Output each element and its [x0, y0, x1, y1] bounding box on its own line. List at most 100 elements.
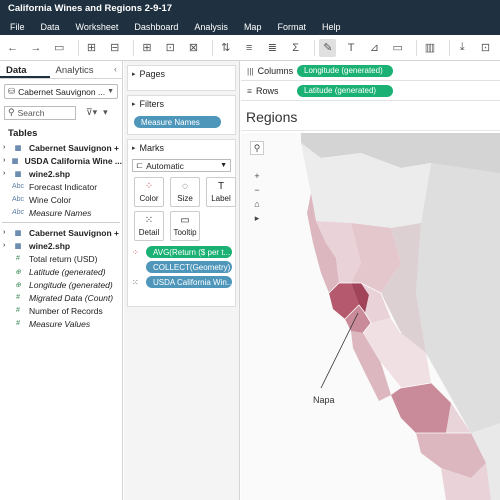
tooltip-label: Tooltip [173, 228, 197, 237]
field-item[interactable]: # Total return (USD) [0, 252, 122, 265]
marks-header[interactable]: ▸ Marks [128, 140, 235, 156]
pan-arrow-icon[interactable]: ▸ [250, 211, 264, 225]
detail-button[interactable]: ⁙ Detail [134, 211, 164, 241]
mark-pill-row: ⁙ USDA California Win... [132, 276, 232, 288]
menu-analysis[interactable]: Analysis [194, 22, 228, 32]
collapse-pane-icon[interactable]: ‹ [109, 61, 122, 78]
collapse-arrow-icon: ▸ [132, 71, 136, 78]
field-item[interactable]: # Measure Values [0, 317, 122, 330]
field-item[interactable]: › ▦ USDA California Wine ... [0, 154, 122, 167]
back-icon[interactable]: ← [4, 39, 21, 57]
sort-asc-icon[interactable]: ≡ [240, 39, 257, 57]
presentation-icon[interactable]: ⊡ [477, 39, 494, 57]
rows-icon: ≡ [247, 85, 252, 96]
menu-map[interactable]: Map [244, 22, 262, 32]
color-button[interactable]: ⁘ Color [134, 177, 164, 207]
duplicate-sheet-icon[interactable]: ⊡ [162, 39, 179, 57]
field-item[interactable]: › ▦ Cabernet Sauvignon + [0, 226, 122, 239]
datasource-icon: ⛁ [8, 86, 16, 96]
collapse-arrow-icon: ▸ [132, 145, 136, 152]
expand-arrow-icon[interactable]: › [3, 229, 11, 236]
format-icon[interactable]: ⊿ [366, 39, 383, 57]
menu-help[interactable]: Help [322, 22, 341, 32]
field-item[interactable]: ⊕ Latitude (generated) [0, 265, 122, 278]
size-label: Size [177, 194, 193, 203]
pages-header[interactable]: ▸ Pages [128, 66, 235, 82]
totals-icon[interactable]: Σ [287, 39, 304, 57]
columns-label-wrap: ||| Columns [241, 66, 295, 76]
marks-card: ▸ Marks ⊏ Automatic ▼ ⁘ Color ◌ Size T Labe… [127, 139, 236, 307]
text-field-icon: Abc [11, 183, 25, 190]
filter-icon[interactable]: ⊽▾ [86, 107, 97, 118]
field-item[interactable]: ⊕ Longitude (generated) [0, 278, 122, 291]
menu-data[interactable]: Data [41, 22, 60, 32]
menu-dashboard[interactable]: Dashboard [134, 22, 178, 32]
expand-arrow-icon[interactable]: › [3, 242, 11, 249]
mark-pill-avg-return[interactable]: AVG(Return ($ per t... [146, 246, 232, 258]
field-item[interactable]: Abc Wine Color [0, 193, 122, 206]
tab-analytics[interactable]: Analytics [50, 61, 109, 78]
forward-icon[interactable]: → [27, 39, 44, 57]
clear-sheet-icon[interactable]: ⊠ [185, 39, 202, 57]
map-search-icon[interactable]: ⚲ [250, 141, 264, 155]
field-item[interactable]: › ▦ wine2.shp [0, 239, 122, 252]
swap-icon[interactable]: ⇅ [217, 39, 234, 57]
field-label: wine2.shp [29, 168, 71, 179]
size-button[interactable]: ◌ Size [170, 177, 200, 207]
map-view[interactable]: ⚲ + − ⌂ ▸ Napa [241, 133, 500, 500]
mark-pill-usda-california[interactable]: USDA California Win... [146, 276, 232, 288]
label-button[interactable]: T Label [206, 177, 236, 207]
menu-worksheet[interactable]: Worksheet [76, 22, 119, 32]
field-item[interactable]: Abc Forecast Indicator [0, 180, 122, 193]
tab-data[interactable]: Data [0, 61, 50, 78]
datasource-select[interactable]: ⛁ Cabernet Sauvignon ... ▼ [4, 84, 118, 99]
zoom-in-icon[interactable]: + [250, 169, 264, 183]
collapse-arrow-icon: ▸ [132, 101, 136, 108]
sort-desc-icon[interactable]: ≣ [264, 39, 281, 57]
filters-header[interactable]: ▸ Filters [128, 96, 235, 112]
home-icon[interactable]: ⌂ [250, 197, 264, 211]
columns-pill[interactable]: Longitude (generated) [297, 64, 393, 77]
search-input[interactable]: ⚲ Search [4, 105, 76, 120]
tooltip-icon: ▭ [180, 215, 190, 226]
expand-arrow-icon[interactable]: › [3, 170, 11, 177]
menu-chevron-icon[interactable]: ▾ [103, 107, 108, 118]
number-field-icon: # [16, 294, 20, 301]
zoom-out-icon[interactable]: − [250, 183, 264, 197]
download-icon[interactable]: ⤓ [454, 39, 471, 57]
mark-pill-collect-geometry[interactable]: COLLECT(Geometry) [146, 261, 232, 273]
pause-updates-icon[interactable]: ⊟ [106, 39, 123, 57]
number-field-icon: # [16, 320, 20, 327]
show-me-icon[interactable]: ▥ [421, 39, 438, 57]
fit-icon[interactable]: ▭ [389, 39, 406, 57]
tooltip-button[interactable]: ▭ Tooltip [170, 211, 200, 241]
menu-format[interactable]: Format [277, 22, 306, 32]
field-label: Longitude (generated) [29, 279, 113, 290]
menu-file[interactable]: File [10, 22, 25, 32]
table-icon: ▦ [11, 157, 19, 165]
new-worksheet-icon[interactable]: ⊞ [138, 39, 155, 57]
highlight-icon[interactable]: ✎ [319, 38, 337, 57]
pages-label: Pages [139, 69, 166, 79]
field-item[interactable]: › ▦ wine2.shp [0, 167, 122, 180]
rows-pill[interactable]: Latitude (generated) [297, 84, 393, 97]
mark-type-select[interactable]: ⊏ Automatic ▼ [132, 159, 231, 172]
field-item[interactable]: # Number of Records [0, 304, 122, 317]
field-item[interactable]: › ▦ Cabernet Sauvignon + [0, 141, 122, 154]
save-icon[interactable]: ▭ [51, 39, 68, 57]
globe-icon: ⊕ [15, 268, 21, 276]
field-label: Number of Records [29, 305, 103, 316]
field-item[interactable]: # Migrated Data (Count) [0, 291, 122, 304]
toolbar: ← → ▭ ⊞ ⊟ ⊞ ⊡ ⊠ ⇅ ≡ ≣ Σ ✎ T ⊿ ▭ ▥ ⤓ ⊡ [0, 35, 500, 61]
labels-icon[interactable]: T [342, 39, 359, 57]
napa-leader-line [320, 312, 359, 389]
field-label: Forecast Indicator [29, 181, 98, 192]
expand-arrow-icon[interactable]: › [3, 144, 11, 151]
field-item[interactable]: Abc Measure Names [0, 206, 122, 219]
color-icon: ⁘ [144, 181, 154, 192]
new-datasource-icon[interactable]: ⊞ [83, 39, 100, 57]
sheet-title: Regions [241, 101, 500, 131]
text-field-icon: Abc [11, 209, 25, 216]
filter-pill-measure-names[interactable]: Measure Names [134, 116, 221, 128]
globe-icon: ⊕ [15, 281, 21, 289]
